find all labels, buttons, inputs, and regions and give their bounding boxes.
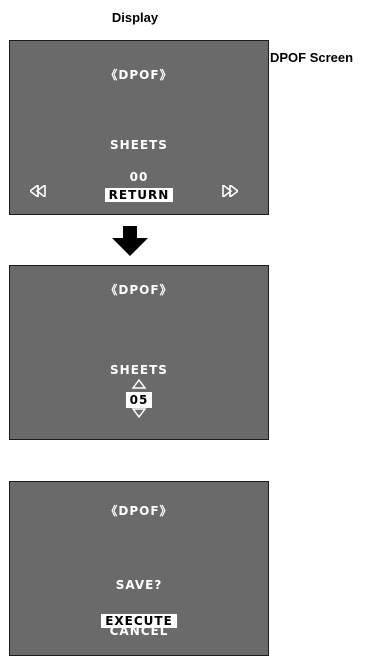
rewind-icon[interactable] (30, 185, 46, 197)
dpof-screen-sheets-five: 《DPOF》 SHEETS 05 (9, 265, 269, 440)
arrow-down-icon (112, 226, 148, 256)
triangle-down-icon[interactable] (10, 408, 268, 418)
sheets-label: SHEETS (110, 363, 168, 377)
sheet-count: 00 (129, 170, 149, 184)
fast-forward-icon[interactable] (222, 185, 238, 197)
save-prompt: SAVE? (115, 578, 163, 592)
triangle-up-icon[interactable] (10, 379, 268, 389)
screen-title: 《DPOF》 (105, 68, 173, 82)
screen-title: 《DPOF》 (105, 504, 173, 518)
cancel-button[interactable]: CANCEL (10, 624, 268, 638)
display-heading: Display (111, 10, 159, 25)
dpof-screen-label: DPOF Screen (270, 50, 354, 65)
count-row: 05 (10, 389, 268, 408)
sheets-label: SHEETS (110, 138, 168, 152)
dpof-screen-sheets-zero: 《DPOF》 SHEETS 00 RETURN (9, 40, 269, 215)
screen-title: 《DPOF》 (105, 283, 173, 297)
return-button[interactable]: RETURN (104, 188, 174, 202)
dpof-screen-save: 《DPOF》 SAVE? EXECUTE CANCEL (9, 481, 269, 656)
sheet-count[interactable]: 05 (125, 392, 153, 408)
